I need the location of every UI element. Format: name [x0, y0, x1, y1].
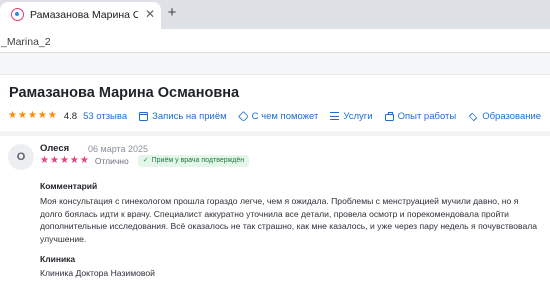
status-badge-label: Приём у врача подтверждён: [151, 157, 245, 164]
star-icon: ★: [17, 110, 27, 121]
nav-link-experience[interactable]: Опыт работы: [384, 110, 457, 122]
nav-link-label: Запись на приём: [152, 110, 227, 122]
star-icon: ★: [37, 110, 47, 121]
status-badge: ✓ Приём у врача подтверждён: [137, 155, 250, 167]
calendar-icon: [139, 111, 149, 121]
nav-link-services[interactable]: Услуги: [330, 110, 373, 122]
tag-icon: [237, 110, 249, 122]
new-tab-plus-icon[interactable]: +: [164, 5, 180, 21]
nav-link-helps-with[interactable]: С чем поможет: [237, 110, 319, 122]
list-icon: [330, 112, 340, 120]
browser-tab-strip: Рамазанова Марина Османо ✕ +: [0, 0, 550, 29]
review-author: Олеся: [40, 143, 70, 154]
page-top-band: [0, 53, 550, 75]
review-meta-row: ★ ★ ★ ★ ★ Отлично ✓ Приём у врача подтверждё…: [40, 155, 250, 167]
comment-heading: Комментарий: [40, 181, 98, 191]
doctor-meta-row: ★ ★ ★ ★ ★ 4.8 53 отзыва Запись на приём С че…: [8, 109, 541, 123]
star-icon: ★: [8, 110, 17, 121]
star-icon: ★: [49, 155, 59, 166]
star-icon: ★: [69, 155, 79, 166]
check-icon: ✓: [142, 157, 149, 164]
close-icon[interactable]: ✕: [143, 7, 157, 21]
clinic-name-link[interactable]: Клиника Доктора Назимовой: [40, 268, 155, 278]
star-icon: ★: [40, 155, 49, 166]
site-favicon-icon: [11, 8, 24, 21]
review-date: 06 марта 2025: [88, 144, 149, 154]
review-comment: Моя консультация с гинекологом прошла го…: [40, 196, 538, 244]
reviews-count-link[interactable]: 53 отзыва: [83, 111, 127, 122]
star-icon: ★: [47, 110, 57, 121]
review-rating-stars: ★ ★ ★ ★ ★: [40, 156, 89, 166]
star-icon: ★: [79, 155, 89, 166]
nav-link-appointment[interactable]: Запись на приём: [139, 111, 227, 122]
nav-link-label: Опыт работы: [397, 110, 457, 122]
rating-value: 4.8: [63, 110, 78, 122]
tab-title: Рамазанова Марина Османо: [30, 9, 138, 21]
briefcase-icon: [384, 111, 394, 121]
section-divider: [0, 131, 550, 136]
rating-stars: ★ ★ ★ ★ ★: [8, 111, 57, 121]
clinic-heading: Клиника: [40, 254, 76, 264]
browser-tab[interactable]: Рамазанова Марина Османо ✕: [0, 2, 161, 29]
page-title: Рамазанова Марина Османовна: [9, 85, 240, 101]
nav-link-label: Образование: [482, 110, 542, 122]
address-bar[interactable]: _Marina_2: [0, 29, 550, 53]
star-icon: ★: [27, 110, 37, 121]
star-icon: ★: [59, 155, 69, 166]
avatar: О: [8, 144, 34, 170]
nav-link-education[interactable]: Образование: [468, 111, 541, 122]
graduation-cap-icon: [468, 113, 478, 119]
review-grade: Отлично: [94, 156, 129, 166]
nav-link-label: С чем поможет: [251, 110, 319, 122]
nav-link-label: Услуги: [343, 110, 373, 122]
address-text[interactable]: _Marina_2: [1, 36, 51, 48]
